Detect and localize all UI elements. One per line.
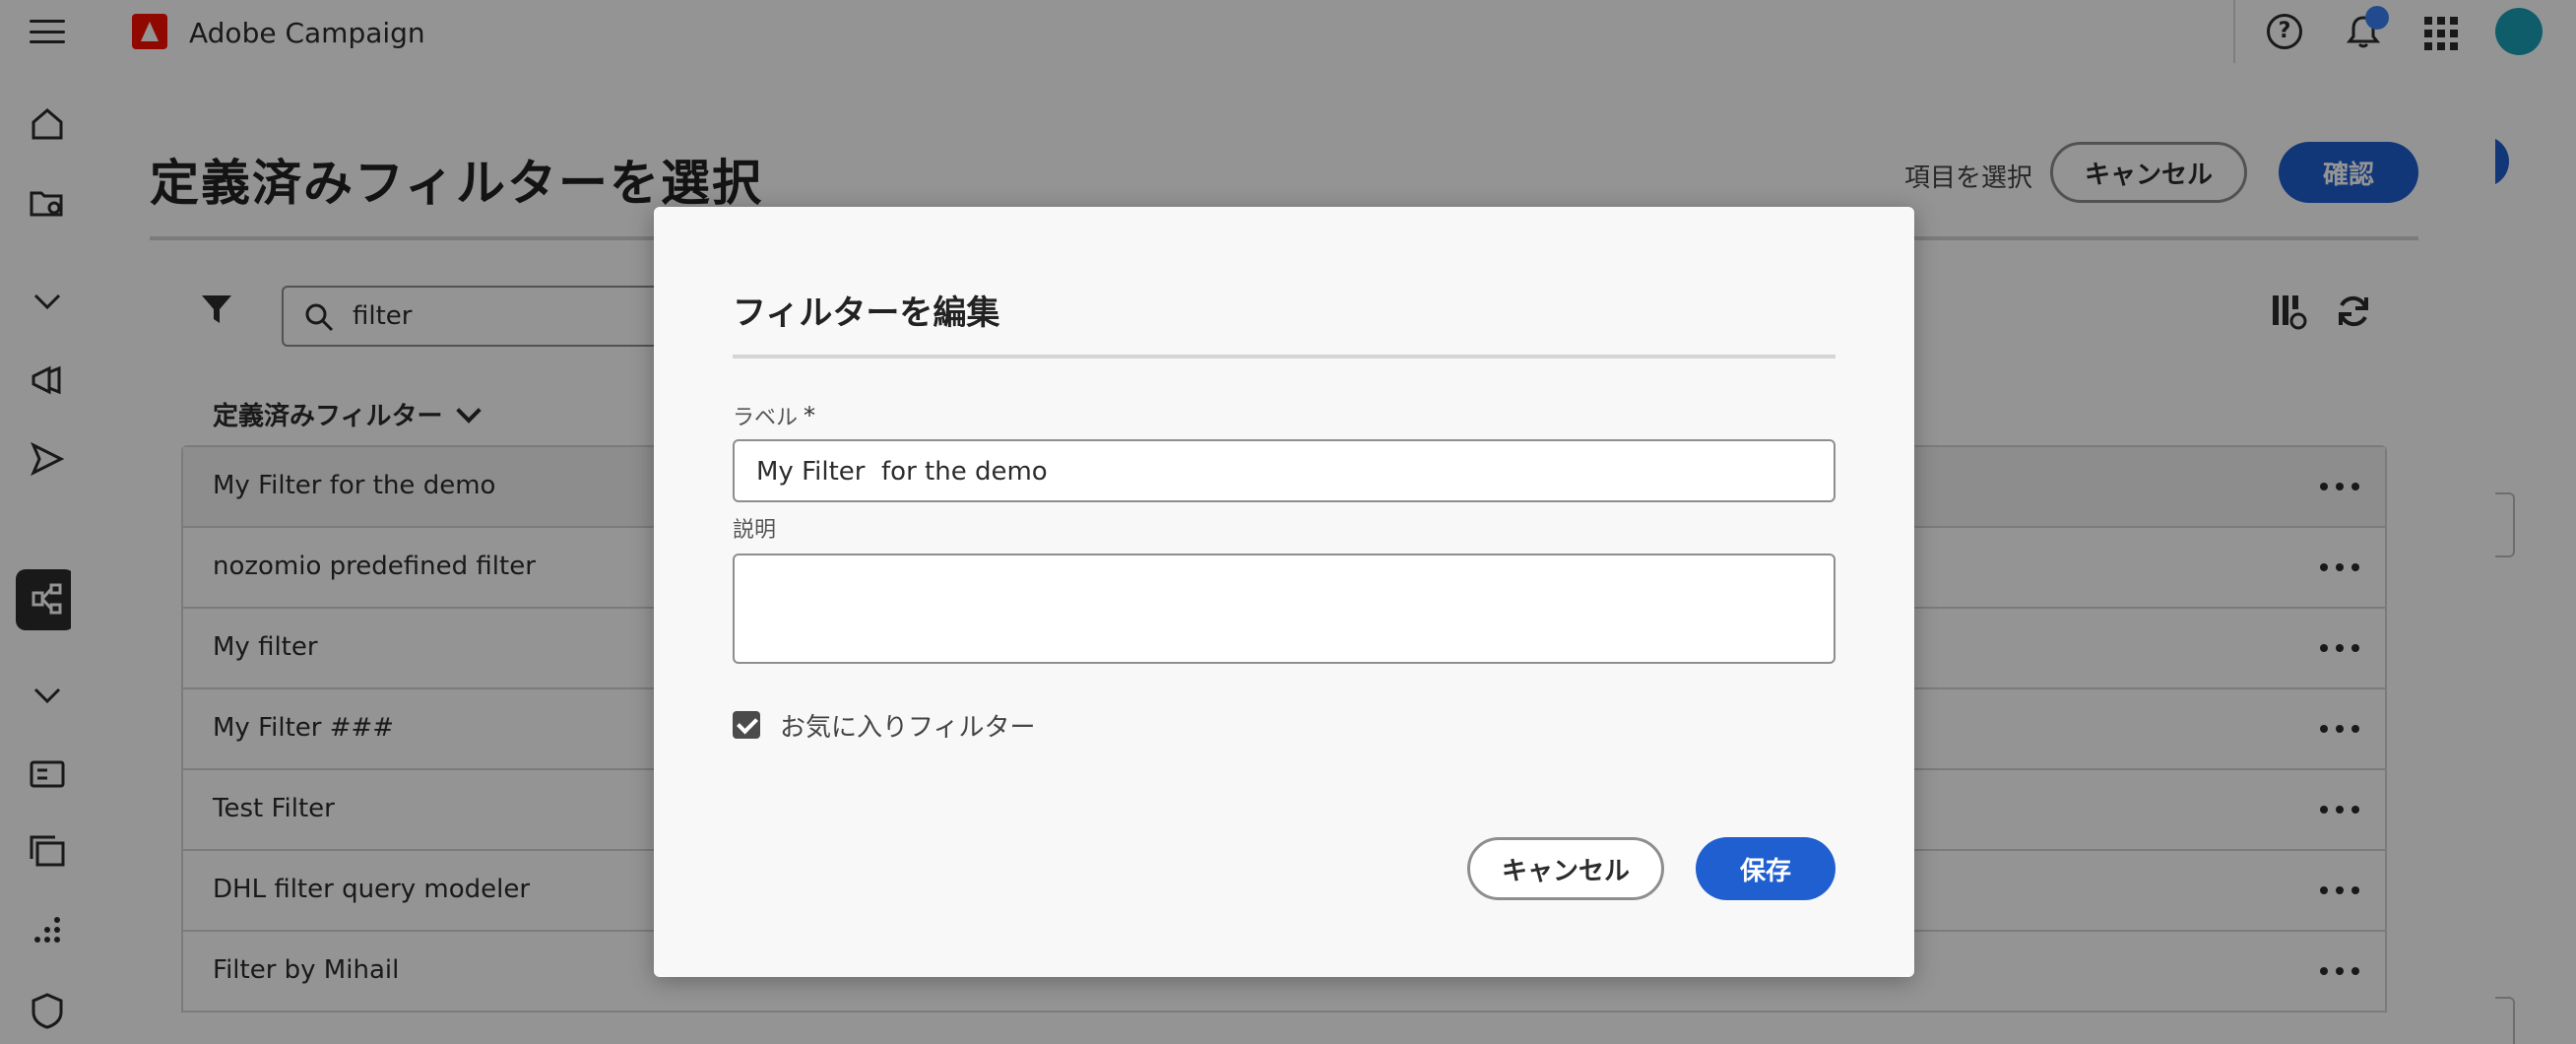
- favorite-checkbox-label[interactable]: お気に入りフィルター: [780, 707, 1035, 744]
- label-input-value: My Filter for the demo: [756, 457, 1048, 487]
- favorite-checkbox[interactable]: [733, 711, 760, 739]
- save-button[interactable]: 保存: [1696, 837, 1835, 900]
- divider: [733, 355, 1835, 359]
- description-field-label: 説明: [733, 518, 777, 543]
- description-textarea[interactable]: [733, 554, 1835, 664]
- edit-filter-modal: フィルターを編集 ラベル * My Filter for the demo 説明…: [654, 207, 1914, 977]
- modal-title: フィルターを編集: [733, 294, 1000, 333]
- cancel-button[interactable]: キャンセル: [1467, 837, 1664, 900]
- required-marker: *: [804, 402, 815, 429]
- label-input[interactable]: My Filter for the demo: [733, 439, 1835, 502]
- label-field-label: ラベル: [733, 406, 799, 430]
